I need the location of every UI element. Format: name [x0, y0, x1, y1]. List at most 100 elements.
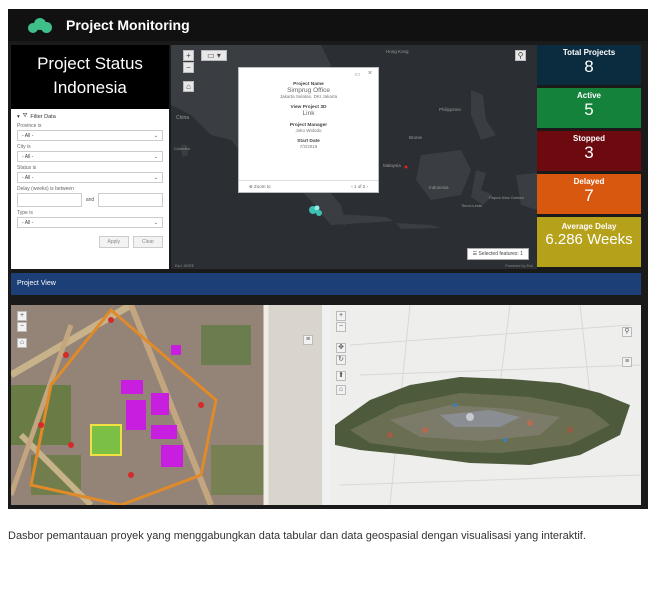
kpi-active: Active 5	[537, 88, 641, 128]
zoom-to-button[interactable]: ⊕ Zoom to	[249, 184, 271, 190]
zoom-in-button[interactable]: +	[17, 311, 27, 321]
popup-location: Jakarta Selatan, DKI Jakarta	[279, 94, 338, 99]
kpi-label: Average Delay	[561, 222, 617, 231]
zoom-out-button[interactable]: −	[336, 322, 346, 332]
popup-view3d-link[interactable]: Link	[239, 110, 378, 117]
project-view-title: Project View	[17, 280, 56, 287]
clear-button[interactable]: Clear	[133, 236, 163, 248]
status-title-line1: Project Status	[37, 54, 143, 73]
project-popup: ▭ × Project Name Simprug Office Jakarta …	[238, 67, 379, 193]
status-label: Status is	[17, 165, 37, 171]
compass-icon[interactable]: ⬆	[336, 371, 346, 381]
dashboard-frame: Project Monitoring Project Status Indone…	[8, 9, 648, 509]
status-title-panel: Project Status Indonesia	[11, 45, 169, 109]
filter-panel: ▾ ⛛ Filter Data Province is - All - ⌄ Ci…	[11, 109, 169, 269]
filter-heading: Filter Data	[30, 113, 56, 120]
3d-mesh-imagery	[330, 305, 641, 505]
chevron-down-icon: ⌄	[153, 174, 158, 181]
type-value: - All -	[22, 219, 34, 226]
popup-pager[interactable]: ‹ 1 of 2 ›	[351, 184, 368, 189]
pan-button[interactable]: ✥	[336, 343, 346, 353]
kpi-total-projects: Total Projects 8	[537, 45, 641, 85]
filter-header[interactable]: ▾ ⛛ Filter Data	[17, 113, 163, 120]
province-value: - All -	[22, 132, 34, 139]
chevron-down-icon: ⌄	[153, 132, 158, 139]
delay-range: and	[17, 193, 163, 207]
map-label-papua: Papua New Guinea	[489, 195, 524, 200]
home-button[interactable]: ⌂	[17, 338, 27, 348]
delay-max-input[interactable]	[98, 193, 163, 207]
layers-button[interactable]: ≡	[303, 335, 313, 345]
city-select[interactable]: - All - ⌄	[17, 151, 163, 162]
map-label-brunei: Brunei	[409, 135, 423, 140]
zoom-in-button[interactable]: +	[336, 311, 346, 321]
apply-button[interactable]: Apply	[98, 236, 130, 248]
province-select[interactable]: - All - ⌄	[17, 130, 163, 141]
city-label: City is	[17, 144, 31, 150]
zoom-in-button[interactable]: +	[183, 50, 194, 61]
status-value: - All -	[22, 174, 34, 181]
city-value: - All -	[22, 153, 34, 160]
zoom-out-button[interactable]: −	[17, 322, 27, 332]
map-label-malaysia: Malaysia	[383, 163, 401, 168]
popup-dock-icon[interactable]: ▭	[354, 71, 360, 78]
map-attribution-right: Powered by Esri	[505, 264, 533, 268]
popup-start-value: 7/2/2019	[299, 144, 318, 149]
map-label-china: China	[176, 115, 190, 121]
type-select[interactable]: - All - ⌄	[17, 217, 163, 228]
kpi-value: 7	[584, 186, 594, 205]
selected-features-button[interactable]: ☰ Selected features: 1	[466, 248, 529, 260]
kpi-value: 3	[584, 143, 594, 162]
map-label-indonesia: Indonesia	[429, 185, 449, 190]
delay-label: Delay (weeks) is between	[17, 186, 74, 192]
map-label-colombo: Colombo	[174, 146, 191, 151]
status-title-line2: Indonesia	[53, 78, 127, 97]
kpi-label: Stopped	[573, 134, 605, 143]
filter-icon: ⛛	[22, 113, 28, 119]
project-view-header: Project View	[11, 273, 641, 295]
site-plan-view[interactable]: + − ⌂ ≡	[11, 305, 322, 505]
project-map[interactable]: China Colombo Hong Kong Philippines Brun…	[171, 45, 537, 269]
popup-pager-label: 1 of 2	[353, 184, 366, 189]
selected-features-label: Selected features: 1	[478, 251, 523, 257]
close-icon[interactable]: ×	[368, 70, 372, 77]
zoom-to-label: Zoom to	[254, 183, 271, 189]
kpi-stopped: Stopped 3	[537, 131, 641, 171]
map-label-timor: Timor-Leste	[461, 203, 483, 208]
popup-name-value: Simprug Office	[287, 87, 330, 94]
popup-footer: ⊕ Zoom to ‹ 1 of 2 ›	[239, 180, 378, 192]
chevron-down-icon: ⌄	[153, 219, 158, 226]
search-icon[interactable]: ⚲	[622, 327, 632, 337]
map-attribution-left: Esri, HERE	[175, 264, 195, 268]
kpi-label: Total Projects	[562, 48, 616, 57]
view-splitter[interactable]	[322, 305, 330, 505]
figure-caption: Dasbor pemantauan proyek yang menggabung…	[8, 530, 586, 542]
kpi-value: 8	[584, 57, 594, 76]
site-plan-imagery	[11, 305, 322, 505]
3d-mesh-view[interactable]: + − ✥ ↻ ⬆ ⌂ ⚲ ≡	[330, 305, 641, 505]
popup-manager-value: Joko Widodo	[295, 128, 322, 133]
kpi-label: Active	[576, 91, 601, 100]
layer-tools-button[interactable]: ▭ ▾	[201, 50, 227, 61]
zoom-out-button[interactable]: −	[183, 62, 194, 73]
kpi-value: 6.286 Weeks	[545, 231, 633, 248]
kpi-value: 5	[584, 100, 594, 119]
map-search-button[interactable]: ⚲	[515, 50, 526, 61]
chevron-down-icon: ▾	[17, 113, 20, 120]
map-label-hong-kong: Hong Kong	[386, 49, 409, 54]
home-button[interactable]: ⌂	[336, 385, 346, 395]
kpi-delayed: Delayed 7	[537, 174, 641, 214]
chevron-down-icon: ⌄	[153, 153, 158, 160]
kpi-average-delay: Average Delay 6.286 Weeks	[537, 217, 641, 267]
layers-button[interactable]: ≡	[622, 357, 632, 367]
filter-buttons: Apply Clear	[17, 236, 163, 248]
app-title: Project Monitoring	[66, 17, 190, 33]
app-header: Project Monitoring	[8, 9, 648, 41]
status-select[interactable]: - All - ⌄	[17, 172, 163, 183]
rotate-button[interactable]: ↻	[336, 355, 346, 365]
home-button[interactable]: ⌂	[183, 81, 194, 92]
type-label: Type is	[17, 210, 33, 216]
map-label-philippines: Philippines	[439, 107, 461, 112]
delay-min-input[interactable]	[17, 193, 82, 207]
province-label: Province is	[17, 123, 42, 129]
